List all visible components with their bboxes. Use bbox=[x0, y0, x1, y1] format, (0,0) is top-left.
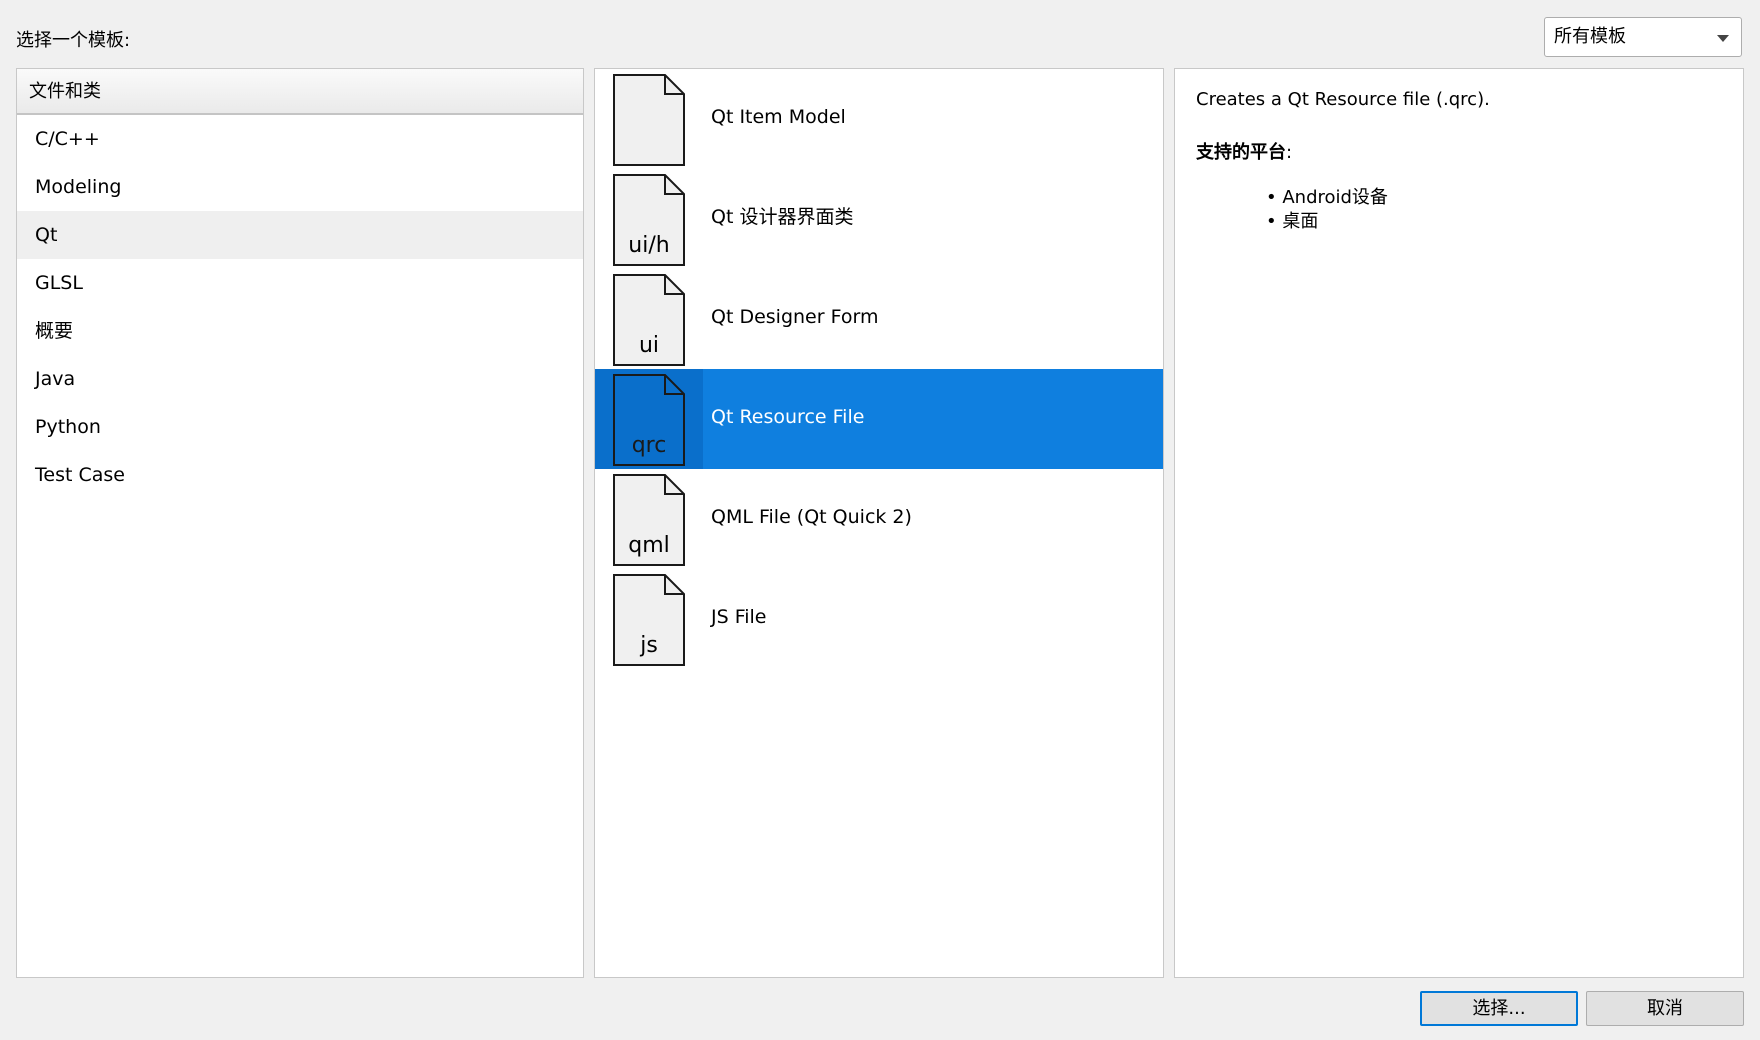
file-extension-label: qrc bbox=[631, 433, 667, 458]
category-item[interactable]: Test Case bbox=[17, 451, 583, 499]
category-header: 文件和类 bbox=[17, 69, 583, 115]
template-panel: Qt Item Model ui/h Qt 设计器界面类 ui Qt Designer … bbox=[594, 68, 1164, 978]
file-icon: qml bbox=[613, 474, 685, 566]
new-file-dialog: 选择一个模板: 所有模板 文件和类 C/C++ Modeling Qt GLSL 概要 J… bbox=[0, 0, 1760, 1040]
platform-item: Android设备 bbox=[1266, 186, 1743, 210]
description-panel: Creates a Qt Resource file (.qrc). 支持的平台… bbox=[1174, 68, 1744, 978]
category-item[interactable]: GLSL bbox=[17, 259, 583, 307]
template-list: Qt Item Model ui/h Qt 设计器界面类 ui Qt Designer … bbox=[595, 69, 1163, 669]
description-text: Creates a Qt Resource file (.qrc). bbox=[1196, 89, 1490, 110]
template-label: Qt Designer Form bbox=[711, 306, 879, 328]
file-icon: ui bbox=[613, 274, 685, 366]
template-item[interactable]: qrc Qt Resource File bbox=[595, 369, 1163, 469]
template-label: QML File (Qt Quick 2) bbox=[711, 506, 912, 528]
template-item[interactable]: qml QML File (Qt Quick 2) bbox=[595, 469, 1163, 569]
prompt-label: 选择一个模板: bbox=[16, 30, 131, 51]
category-item[interactable]: Python bbox=[17, 403, 583, 451]
template-filter-value: 所有模板 bbox=[1554, 26, 1626, 47]
template-filter-select[interactable]: 所有模板 bbox=[1544, 17, 1742, 57]
file-extension-label: ui/h bbox=[628, 233, 670, 258]
category-list: C/C++ Modeling Qt GLSL 概要 Java Python Test Case bbox=[17, 115, 583, 499]
category-item[interactable]: 概要 bbox=[17, 307, 583, 355]
category-item[interactable]: Java bbox=[17, 355, 583, 403]
file-extension-label: ui bbox=[638, 333, 660, 358]
template-label: JS File bbox=[711, 606, 767, 628]
template-item[interactable]: js JS File bbox=[595, 569, 1163, 669]
platforms-colon: : bbox=[1286, 142, 1293, 163]
chevron-down-icon bbox=[1717, 35, 1729, 42]
file-icon: ui/h bbox=[613, 174, 685, 266]
category-item[interactable]: C/C++ bbox=[17, 115, 583, 163]
category-item[interactable]: Qt bbox=[17, 211, 583, 259]
file-icon: js bbox=[613, 574, 685, 666]
template-item[interactable]: ui Qt Designer Form bbox=[595, 269, 1163, 369]
platform-list: Android设备 桌面 bbox=[1196, 186, 1743, 234]
cancel-button[interactable]: 取消 bbox=[1586, 991, 1744, 1026]
file-icon: qrc bbox=[613, 374, 685, 466]
template-label: Qt Item Model bbox=[711, 106, 846, 128]
template-label: Qt Resource File bbox=[711, 406, 865, 428]
template-label: Qt 设计器界面类 bbox=[711, 206, 854, 228]
file-extension-label: qml bbox=[628, 533, 670, 558]
template-item[interactable]: Qt Item Model bbox=[595, 69, 1163, 169]
choose-button[interactable]: 选择... bbox=[1420, 991, 1578, 1026]
file-icon bbox=[613, 74, 685, 166]
file-extension-label: js bbox=[640, 633, 658, 658]
category-panel: 文件和类 C/C++ Modeling Qt GLSL 概要 Java Python Test… bbox=[16, 68, 584, 978]
template-item[interactable]: ui/h Qt 设计器界面类 bbox=[595, 169, 1163, 269]
platform-item: 桌面 bbox=[1266, 210, 1743, 234]
category-item[interactable]: Modeling bbox=[17, 163, 583, 211]
platforms-label: 支持的平台 bbox=[1196, 142, 1286, 163]
